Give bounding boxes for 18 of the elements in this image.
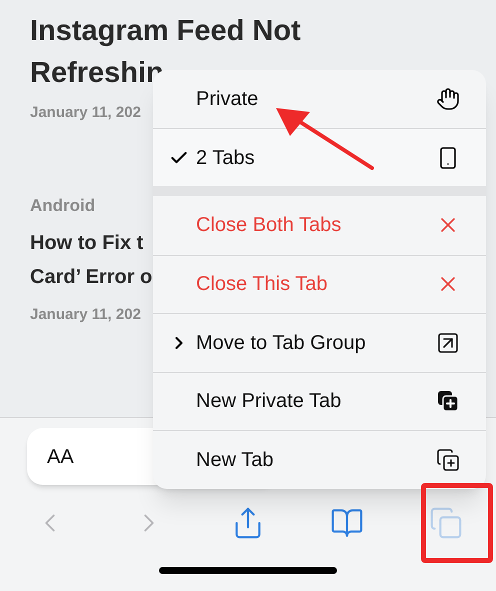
menu-item[interactable]: Close This Tab (153, 254, 486, 313)
article-title: Instagram Feed Not (30, 14, 301, 49)
article-title: Refreshin (30, 56, 164, 91)
menu-item[interactable]: 2 Tabs (153, 128, 486, 186)
tabs-icon[interactable] (429, 506, 464, 540)
article-title: How to Fix t (30, 231, 144, 256)
menu-item[interactable]: Close Both Tabs (153, 196, 486, 254)
menu-item[interactable]: Move to Tab Group (153, 313, 486, 372)
menu-item[interactable]: New Tab (153, 430, 486, 488)
filled-copy-plus-icon (436, 389, 460, 414)
article-date: January 11, 202 (30, 103, 141, 123)
hand-icon (436, 87, 460, 111)
copy-plus-icon (436, 448, 460, 472)
menu-item[interactable]: New Private Tab (153, 372, 486, 430)
article-title: Card’ Error o (30, 265, 152, 290)
category-label: Android (30, 194, 96, 216)
arrow-square-icon (436, 330, 460, 355)
article-date: January 11, 202 (30, 305, 141, 325)
